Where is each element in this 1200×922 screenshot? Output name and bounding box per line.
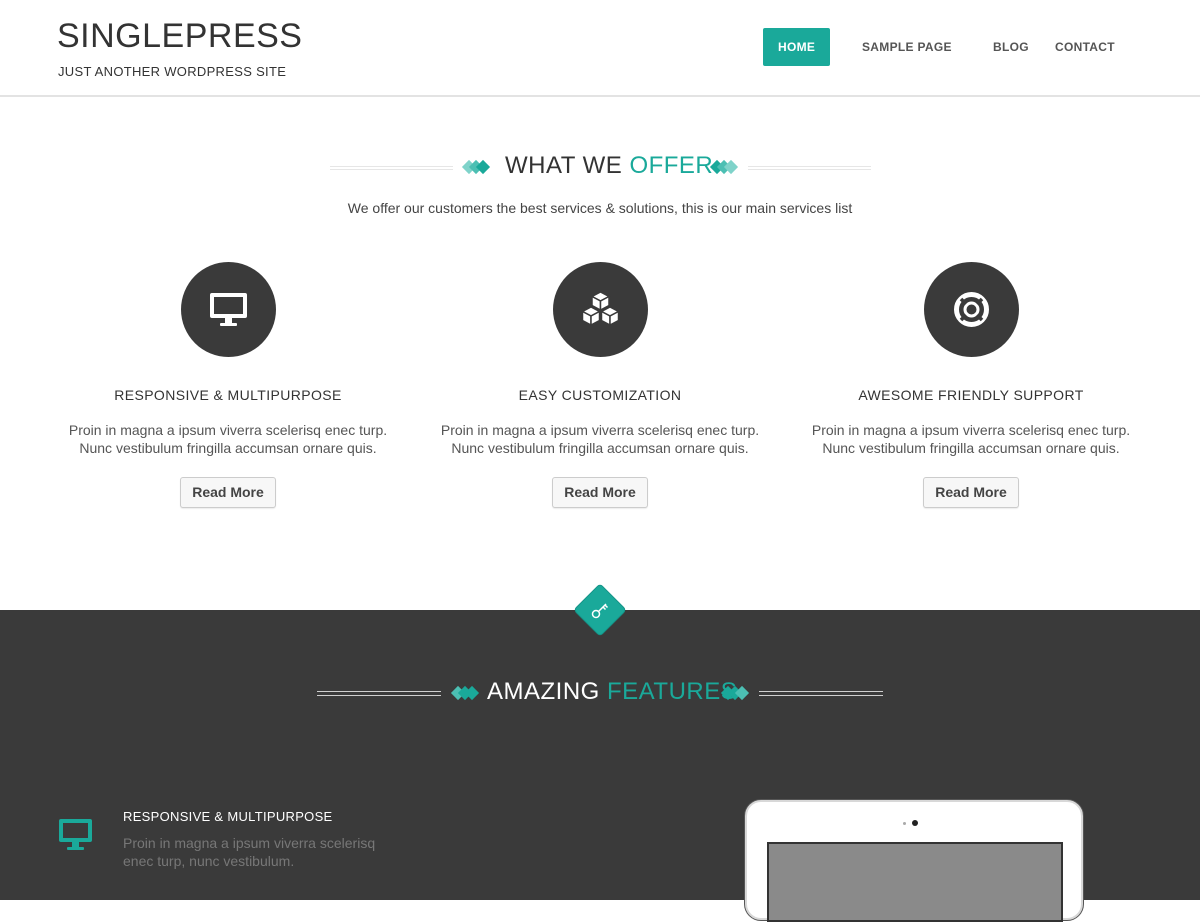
service-card: RESPONSIVE & MULTIPURPOSE Proin in magna… [68, 262, 388, 508]
service-icon-circle [552, 262, 648, 357]
monitor-icon [209, 293, 247, 326]
monitor-icon [59, 819, 92, 850]
heading-line-left [330, 166, 453, 170]
diamond-ornament-left [461, 159, 491, 175]
service-title: RESPONSIVE & MULTIPURPOSE [114, 387, 342, 403]
heading-line-right [748, 166, 871, 170]
heading-line-right [759, 691, 883, 696]
tablet-mockup-image [745, 800, 1083, 922]
feature-description: Proin in magna a ipsum viverra scelerisq… [123, 835, 376, 869]
features-title-accent: FEATURES [607, 678, 738, 705]
offer-title-main: WHAT WE [505, 152, 623, 179]
nav-item-home[interactable]: HOME [763, 28, 831, 66]
nav-item-sample-page[interactable]: SAMPLE PAGE [862, 28, 952, 66]
service-card: EASY CUSTOMIZATION Proin in magna a ipsu… [440, 262, 760, 508]
features-section: AMAZING FEATURES RESPONSIVE & MULTIPURPO… [0, 584, 1200, 922]
nav-item-contact[interactable]: CONTACT [1055, 28, 1115, 66]
nav-item-blog[interactable]: BLOG [993, 28, 1029, 66]
offer-heading: WHAT WE OFFER [0, 150, 1200, 186]
service-description: Proin in magna a ipsum viverra scelerisq… [440, 422, 760, 456]
diamond-ornament-right [720, 685, 750, 701]
site-title[interactable]: SINGLEPRESS [57, 17, 302, 56]
tablet-screen [767, 842, 1063, 922]
offer-subtitle: We offer our customers the best services… [347, 200, 853, 216]
cubes-icon [580, 291, 620, 327]
service-card: AWESOME FRIENDLY SUPPORT Proin in magna … [811, 262, 1131, 508]
service-icon-circle [923, 262, 1019, 357]
read-more-button[interactable]: Read More [180, 477, 276, 508]
diamond-ornament-right [709, 159, 739, 175]
features-title-main: AMAZING [487, 678, 600, 705]
offer-title-accent: OFFER [629, 152, 714, 179]
diamond-ornament-left [450, 685, 480, 701]
key-badge [574, 584, 626, 636]
service-icon-circle [180, 262, 276, 357]
heading-line-left [317, 691, 441, 696]
life-ring-icon [953, 292, 989, 327]
offer-title: WHAT WE OFFER [505, 152, 713, 180]
features-title: AMAZING FEATURES [487, 678, 737, 706]
site-header: SINGLEPRESS JUST ANOTHER WORDPRESS SITE … [0, 0, 1200, 97]
service-title: EASY CUSTOMIZATION [518, 387, 682, 403]
service-description: Proin in magna a ipsum viverra scelerisq… [68, 422, 388, 456]
feature-title: RESPONSIVE & MULTIPURPOSE [123, 809, 333, 824]
service-title: AWESOME FRIENDLY SUPPORT [858, 387, 1084, 403]
service-description: Proin in magna a ipsum viverra scelerisq… [811, 422, 1131, 456]
key-icon [591, 603, 609, 619]
read-more-button[interactable]: Read More [552, 477, 648, 508]
site-tagline: JUST ANOTHER WORDPRESS SITE [58, 64, 287, 79]
read-more-button[interactable]: Read More [923, 477, 1019, 508]
